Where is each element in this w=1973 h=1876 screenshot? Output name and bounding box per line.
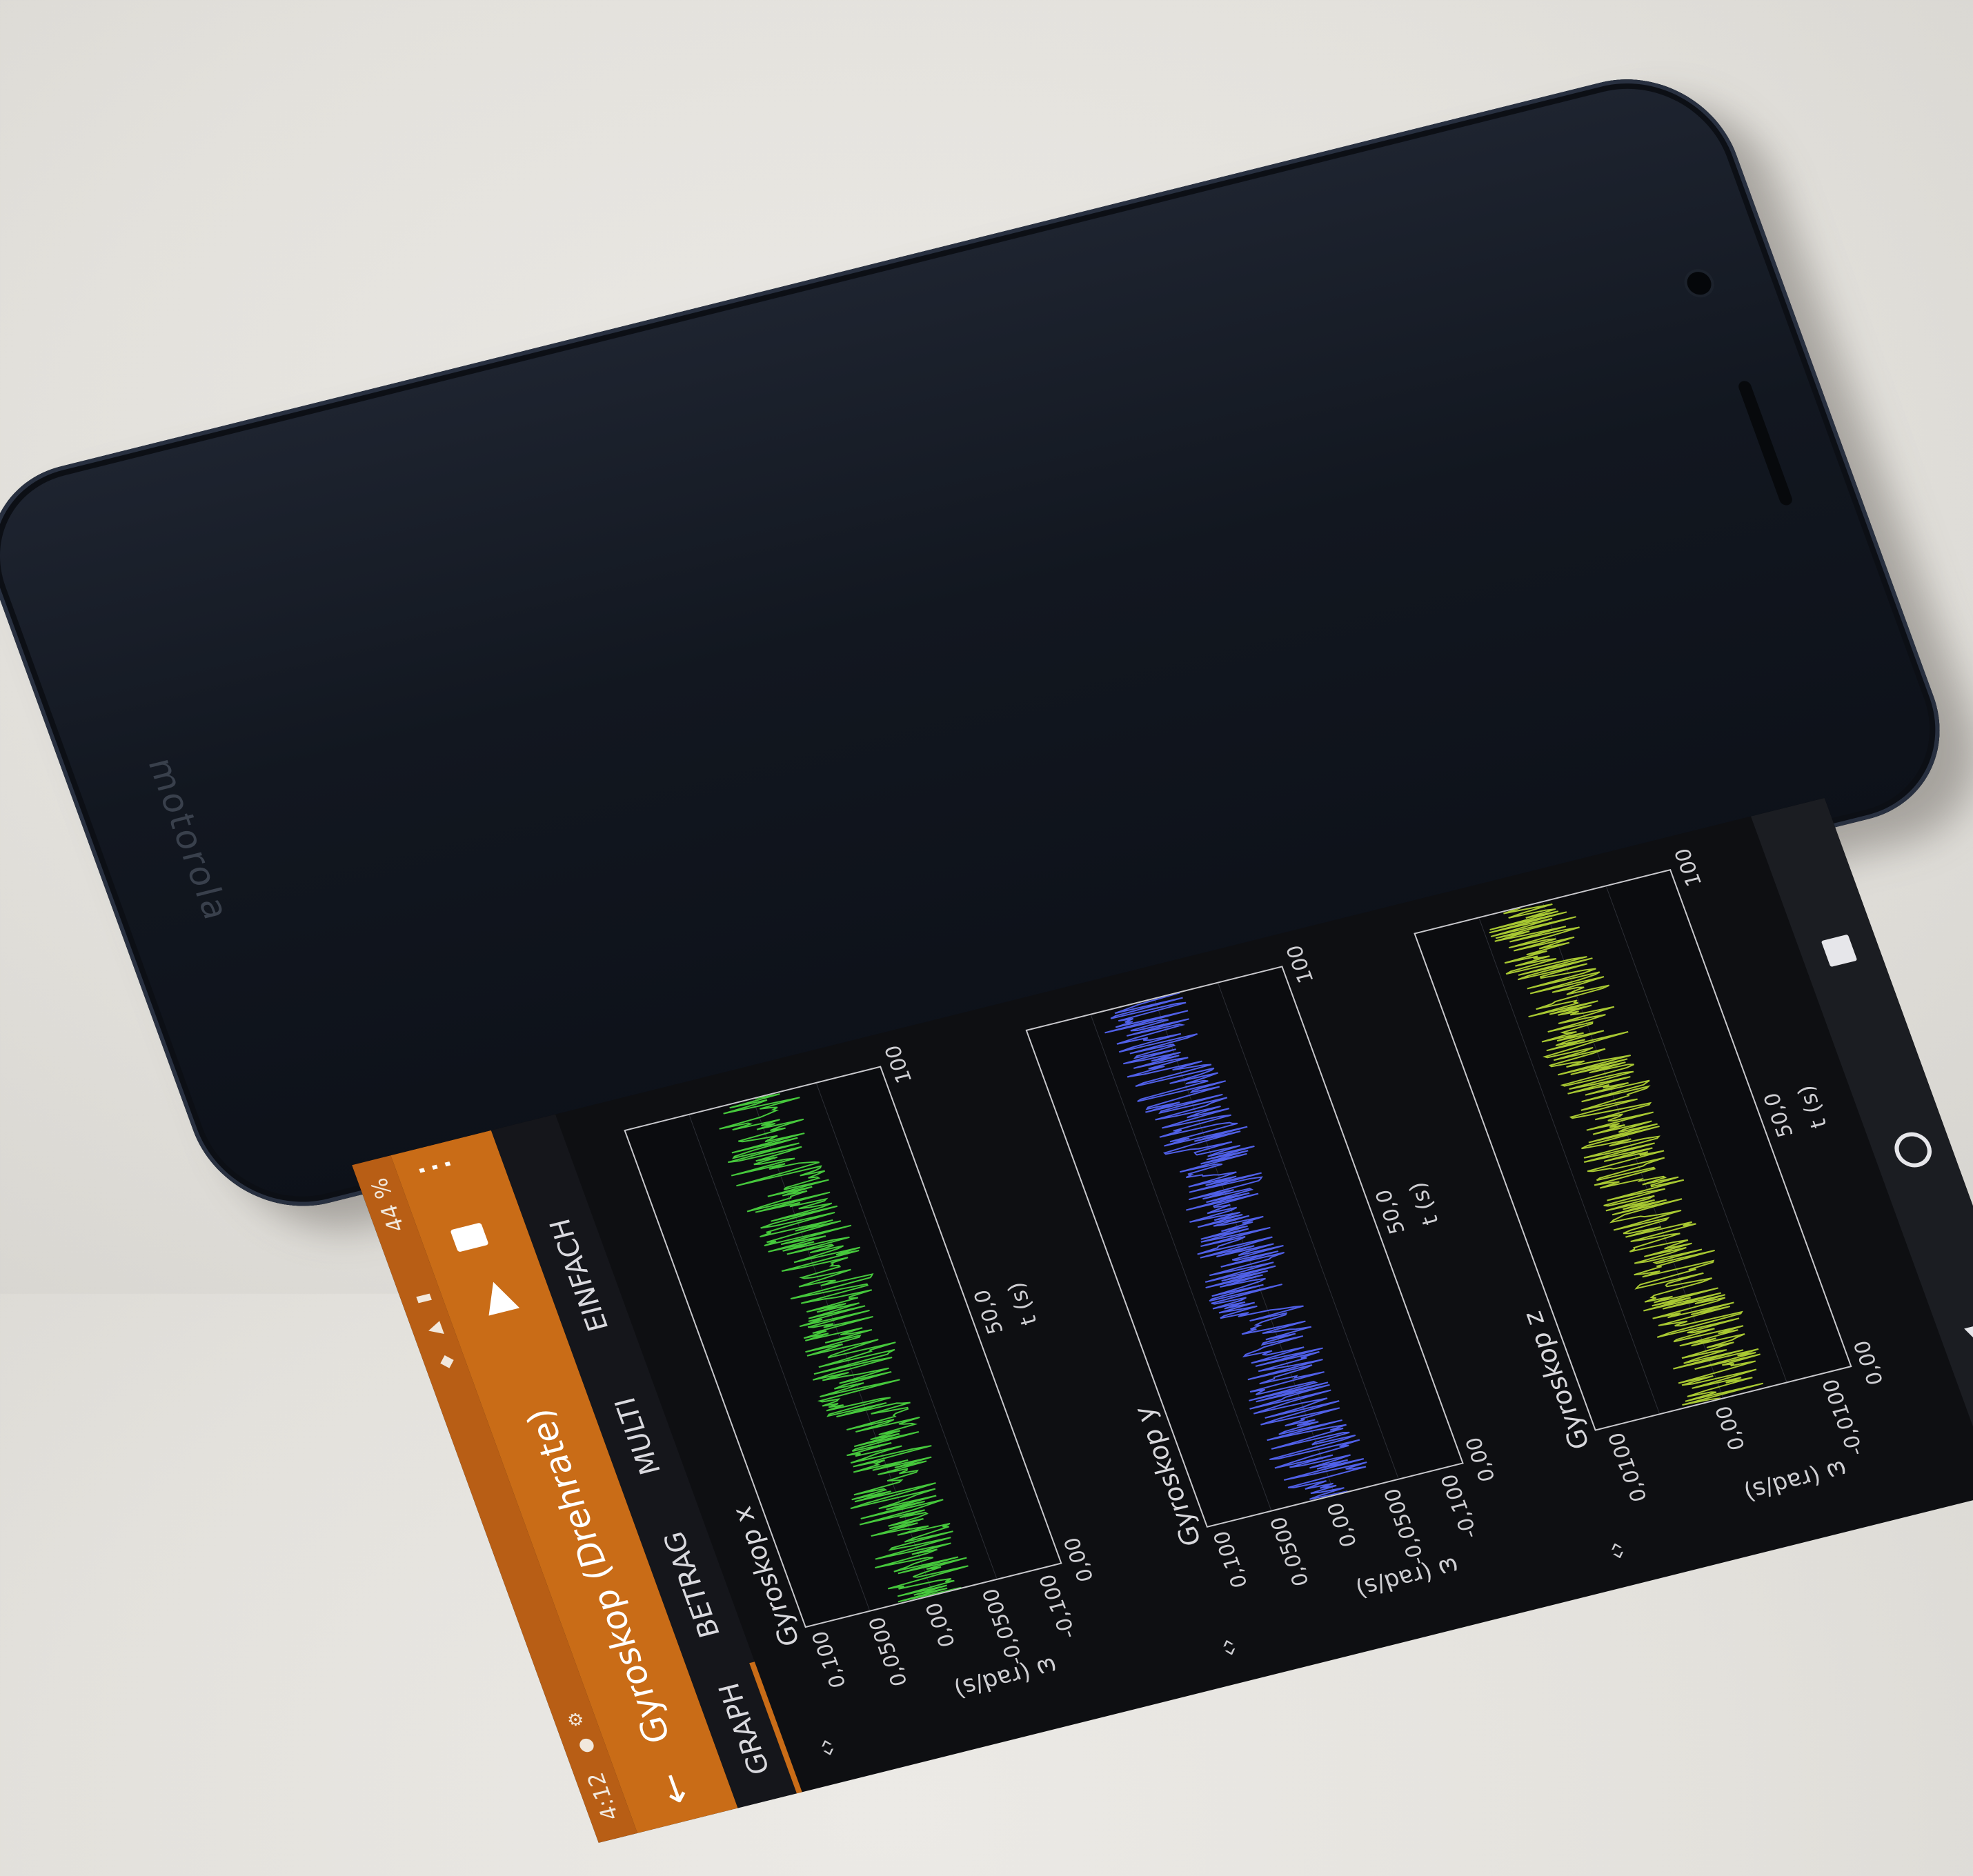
more-vert-icon[interactable]: ⋮	[406, 1144, 462, 1191]
ytick-label: 0,0100	[1604, 1430, 1653, 1504]
earpiece	[1736, 379, 1794, 507]
play-icon[interactable]: ▶	[467, 1277, 525, 1319]
nav-recent-icon[interactable]	[1821, 934, 1858, 968]
ytick-label: 0,100	[1209, 1528, 1253, 1590]
settings-icon: ⚙	[563, 1709, 589, 1730]
delete-icon[interactable]	[450, 1222, 489, 1253]
grid-line	[1605, 886, 1787, 1382]
expand-icon[interactable]: ‹›	[811, 1735, 844, 1759]
ytick-label: 0,0500	[1266, 1514, 1315, 1589]
grid-line	[688, 1115, 870, 1610]
notification-icon: ●	[573, 1735, 599, 1756]
ytick-label: 0,100	[807, 1628, 851, 1690]
ytick-label: 0,0500	[864, 1614, 913, 1689]
tab-graph[interactable]: GRAPH	[713, 1679, 776, 1777]
phone-screen: 4:12 ● ⚙ ◆ ▲ ▮ 44 % ← Gyroskop (Drehrate…	[77, 236, 1973, 1843]
wifi-icon: ◆	[433, 1353, 459, 1371]
xtick-label: 0,00	[1849, 1337, 1889, 1388]
phone-body: motorola 4:12 ● ⚙ ◆ ▲ ▮ 44 % ← Gyroskop …	[0, 57, 1973, 1843]
front-camera	[1683, 269, 1715, 297]
back-arrow-icon[interactable]: ←	[647, 1768, 702, 1810]
expand-icon[interactable]: ‹›	[1600, 1539, 1633, 1563]
expand-icon[interactable]: ‹›	[1212, 1635, 1245, 1659]
signal-icon: ▲	[422, 1320, 447, 1339]
grid-line	[1218, 983, 1399, 1479]
tab-multi[interactable]: MULTI	[609, 1394, 668, 1477]
grid-line	[1153, 999, 1336, 1495]
nav-back-icon[interactable]: ◀	[1953, 1320, 1973, 1361]
nav-home-icon[interactable]	[1890, 1128, 1937, 1171]
